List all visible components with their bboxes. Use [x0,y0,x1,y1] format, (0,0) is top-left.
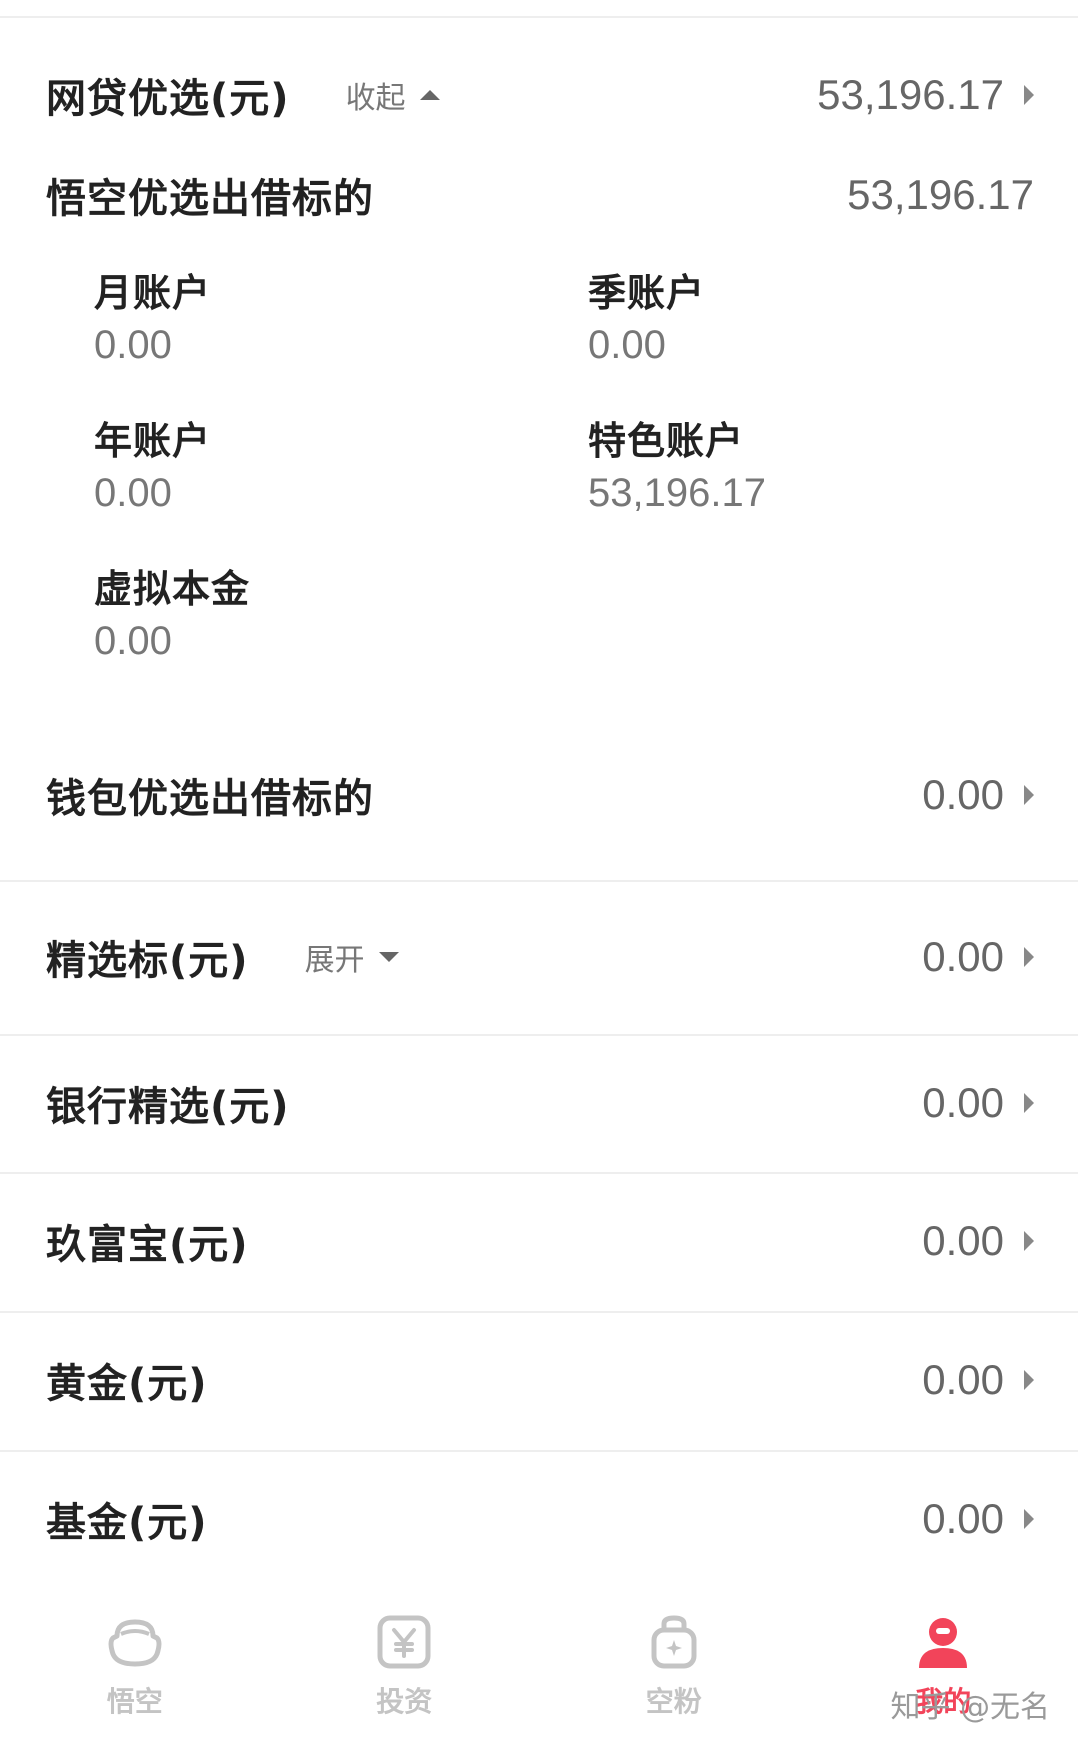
tab-label: 投资 [376,1685,433,1718]
divider [0,1311,1078,1313]
wallet-title: 钱包优选出借标的 [46,776,374,822]
account-label: 月账户 [94,271,212,315]
account-label: 年账户 [94,419,212,463]
account-value: 53,196.17 [588,471,766,515]
chevron-right-icon [1024,85,1034,105]
divider [0,1034,1078,1036]
account-value: 0.00 [94,323,172,367]
fund-row[interactable]: 基金(元) 0.00 [0,1474,1078,1564]
jingxuan-value: 0.00 [922,933,1004,980]
watermark-text: 知乎 @无名 [890,1690,1050,1725]
bank-value: 0.00 [922,1079,1004,1126]
chevron-right-icon [1024,1093,1034,1113]
jiufubao-row[interactable]: 玖富宝(元) 0.00 [0,1196,1078,1286]
wukong-icon [108,1619,162,1667]
expand-label: 展开 [304,943,365,978]
wukong-sub-title: 悟空优选出借标的 [46,176,374,222]
chevron-right-icon [1024,785,1034,805]
user-icon [919,1618,968,1668]
top-divider [0,16,1078,18]
account-value: 0.00 [94,471,172,515]
account-cell: 年账户 0.00 [94,410,211,516]
yen-icon [377,1615,431,1669]
collapse-toggle[interactable]: 收起 [346,73,440,117]
divider [0,1172,1078,1174]
tab-invest[interactable]: 投资 [270,1594,540,1746]
chevron-right-icon [1024,1509,1034,1529]
bank-title: 银行精选(元) [46,1084,290,1130]
wukong-sub-value: 53,196.17 [847,171,1034,218]
account-grid: 月账户 0.00 季账户 0.00 年账户 0.00 特色账户 53,196.1… [0,262,1078,682]
account-label: 季账户 [588,271,706,315]
chevron-right-icon [1024,1231,1034,1251]
account-cell: 月账户 0.00 [94,262,211,368]
gold-row[interactable]: 黄金(元) 0.00 [0,1335,1078,1425]
account-label: 虚拟本金 [94,567,251,611]
collapse-label: 收起 [345,81,406,116]
caret-down-icon [378,952,399,962]
caret-up-icon [419,90,440,100]
account-value: 0.00 [588,323,666,367]
chevron-right-icon [1024,947,1034,967]
tab-wukong[interactable]: 悟空 [0,1594,270,1746]
fund-value: 0.00 [922,1495,1004,1542]
tab-fans[interactable]: 空粉 [539,1594,809,1746]
expand-toggle[interactable]: 展开 [305,935,399,979]
wangdai-title: 网贷优选(元) [46,76,290,122]
tab-label: 悟空 [106,1685,163,1718]
divider [0,1450,1078,1452]
jiufubao-title: 玖富宝(元) [46,1222,249,1268]
gold-title: 黄金(元) [46,1361,208,1407]
tab-label: 空粉 [645,1685,702,1718]
wallet-row[interactable]: 钱包优选出借标的 0.00 [0,750,1078,840]
wangdai-value: 53,196.17 [817,71,1004,118]
bank-row[interactable]: 银行精选(元) 0.00 [0,1058,1078,1148]
wukong-sub-row: 悟空优选出借标的 53,196.17 [0,150,1078,240]
account-label: 特色账户 [588,419,745,463]
bag-icon [651,1615,697,1669]
account-cell: 季账户 0.00 [588,262,705,368]
gold-value: 0.00 [922,1356,1004,1403]
account-value: 0.00 [94,619,172,663]
account-cell: 虚拟本金 0.00 [94,558,250,664]
divider [0,880,1078,882]
fund-title: 基金(元) [46,1500,208,1546]
jingxuan-title: 精选标(元) [46,938,249,984]
wangdai-row[interactable]: 网贷优选(元) 收起 53,196.17 [0,50,1078,140]
wallet-value: 0.00 [922,771,1004,818]
account-cell: 特色账户 53,196.17 [588,410,766,516]
jiufubao-value: 0.00 [922,1217,1004,1264]
jingxuan-row[interactable]: 精选标(元) 展开 0.00 [0,912,1078,1002]
chevron-right-icon [1024,1370,1034,1390]
